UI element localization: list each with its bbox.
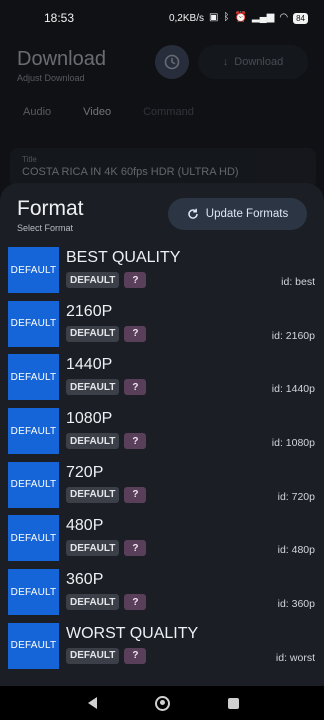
back-icon	[87, 697, 97, 709]
format-sheet: Format Select Format Update Formats DEFA…	[0, 183, 324, 686]
format-name: 480P	[66, 517, 104, 535]
format-item-best[interactable]: DEFAULT BEST QUALITY DEFAULT ? id: best	[0, 245, 324, 299]
format-id: id: 1440p	[271, 383, 315, 396]
tab-video[interactable]: Video	[83, 106, 111, 118]
tab-bar: Audio Video Command	[23, 106, 194, 118]
page-title: Download	[17, 48, 106, 70]
format-id: id: 1080p	[271, 437, 315, 450]
format-thumbnail: DEFAULT	[8, 515, 59, 562]
size-chip: ?	[124, 379, 147, 396]
format-name: 1080P	[66, 410, 113, 428]
format-item-1440p[interactable]: DEFAULT 1440P DEFAULT ? id: 1440p	[0, 352, 324, 406]
format-thumbnail: DEFAULT	[8, 622, 59, 669]
alarm-icon: ⏰	[234, 12, 247, 23]
codec-chip: DEFAULT	[66, 272, 120, 288]
update-formats-button[interactable]: Update Formats	[168, 198, 307, 230]
format-item-worst[interactable]: DEFAULT WORST QUALITY DEFAULT ? id: wors…	[0, 621, 324, 675]
format-chips: DEFAULT ?	[66, 647, 147, 664]
download-button[interactable]: ↓ Download	[198, 45, 308, 79]
home-icon	[155, 695, 170, 711]
size-chip: ?	[124, 272, 147, 288]
format-name: 2160P	[66, 302, 113, 320]
codec-chip: DEFAULT	[66, 379, 120, 396]
clock-icon	[164, 54, 180, 70]
recents-icon	[227, 697, 239, 709]
schedule-button[interactable]	[155, 45, 189, 79]
format-chips: DEFAULT ?	[66, 433, 147, 450]
format-chips: DEFAULT ?	[66, 486, 147, 503]
sheet-subtitle: Select Format	[17, 223, 74, 233]
format-name: 720P	[66, 463, 104, 481]
size-chip: ?	[124, 486, 147, 503]
format-thumbnail: DEFAULT	[8, 408, 59, 455]
back-button[interactable]	[84, 695, 100, 711]
battery-icon: 84	[293, 12, 308, 24]
format-thumbnail: DEFAULT	[8, 354, 59, 401]
codec-chip: DEFAULT	[66, 325, 120, 342]
format-name: 360P	[66, 571, 104, 589]
size-chip: ?	[124, 433, 147, 450]
format-chips: DEFAULT ?	[66, 325, 147, 342]
size-chip: ?	[124, 647, 147, 664]
download-arrow-icon: ↓	[222, 56, 229, 68]
refresh-icon	[188, 208, 198, 219]
format-chips: DEFAULT ?	[66, 272, 147, 288]
format-name: WORST QUALITY	[66, 624, 199, 642]
codec-chip: DEFAULT	[66, 486, 120, 503]
codec-chip: DEFAULT	[66, 647, 120, 664]
nfc-icon: ▣	[208, 12, 219, 23]
format-name: 1440P	[66, 356, 113, 374]
sheet-title: Format	[17, 197, 84, 220]
size-chip: ?	[124, 540, 147, 557]
format-thumbnail: DEFAULT	[8, 569, 59, 616]
format-item-360p[interactable]: DEFAULT 360P DEFAULT ? id: 360p	[0, 567, 324, 621]
recents-button[interactable]	[225, 695, 241, 711]
format-chips: DEFAULT ?	[66, 379, 147, 396]
format-id: id: 2160p	[271, 329, 315, 342]
signal-icon: ▂▄▆	[251, 12, 275, 23]
wifi-icon: ◠	[279, 12, 289, 23]
format-item-1080p[interactable]: DEFAULT 1080P DEFAULT ? id: 1080p	[0, 406, 324, 460]
codec-chip: DEFAULT	[66, 433, 120, 450]
format-thumbnail: DEFAULT	[8, 461, 59, 508]
title-field[interactable]: Title COSTA RICA IN 4K 60fps HDR (ULTRA …	[10, 148, 316, 188]
tab-audio[interactable]: Audio	[23, 106, 51, 118]
update-formats-label: Update Formats	[205, 208, 289, 220]
codec-chip: DEFAULT	[66, 594, 120, 611]
format-id: id: best	[281, 276, 315, 288]
format-id: id: 720p	[277, 490, 315, 503]
title-field-label: Title	[22, 155, 37, 164]
format-name: BEST QUALITY	[66, 249, 181, 266]
format-thumbnail: DEFAULT	[8, 247, 59, 293]
format-list: DEFAULT BEST QUALITY DEFAULT ? id: best …	[0, 245, 324, 675]
format-id: id: worst	[275, 651, 315, 664]
size-chip: ?	[124, 594, 147, 611]
net-speed: 0,2KB/s	[168, 12, 204, 24]
status-time: 18:53	[44, 11, 75, 25]
page-subtitle: Adjust Download	[17, 73, 85, 83]
bluetooth-icon: ᛒ	[223, 12, 230, 23]
size-chip: ?	[124, 325, 147, 342]
format-thumbnail: DEFAULT	[8, 300, 59, 347]
format-chips: DEFAULT ?	[66, 540, 147, 557]
title-field-value: COSTA RICA IN 4K 60fps HDR (ULTRA HD)	[22, 166, 239, 178]
tab-command[interactable]: Command	[143, 106, 194, 118]
format-id: id: 360p	[277, 598, 315, 611]
download-screen: Download Adjust Download ↓ Download Audi…	[0, 36, 324, 188]
codec-chip: DEFAULT	[66, 540, 120, 557]
home-button[interactable]	[155, 695, 171, 711]
format-chips: DEFAULT ?	[66, 594, 147, 611]
format-item-2160p[interactable]: DEFAULT 2160P DEFAULT ? id: 2160p	[0, 299, 324, 353]
format-item-720p[interactable]: DEFAULT 720P DEFAULT ? id: 720p	[0, 460, 324, 514]
format-id: id: 480p	[277, 544, 315, 557]
download-button-label: Download	[234, 56, 284, 68]
status-icons: 0,2KB/s ▣ ᛒ ⏰ ▂▄▆ ◠ 84	[168, 12, 308, 24]
navigation-bar	[0, 686, 324, 720]
format-item-480p[interactable]: DEFAULT 480P DEFAULT ? id: 480p	[0, 513, 324, 567]
status-bar: 18:53 0,2KB/s ▣ ᛒ ⏰ ▂▄▆ ◠ 84	[0, 0, 324, 36]
